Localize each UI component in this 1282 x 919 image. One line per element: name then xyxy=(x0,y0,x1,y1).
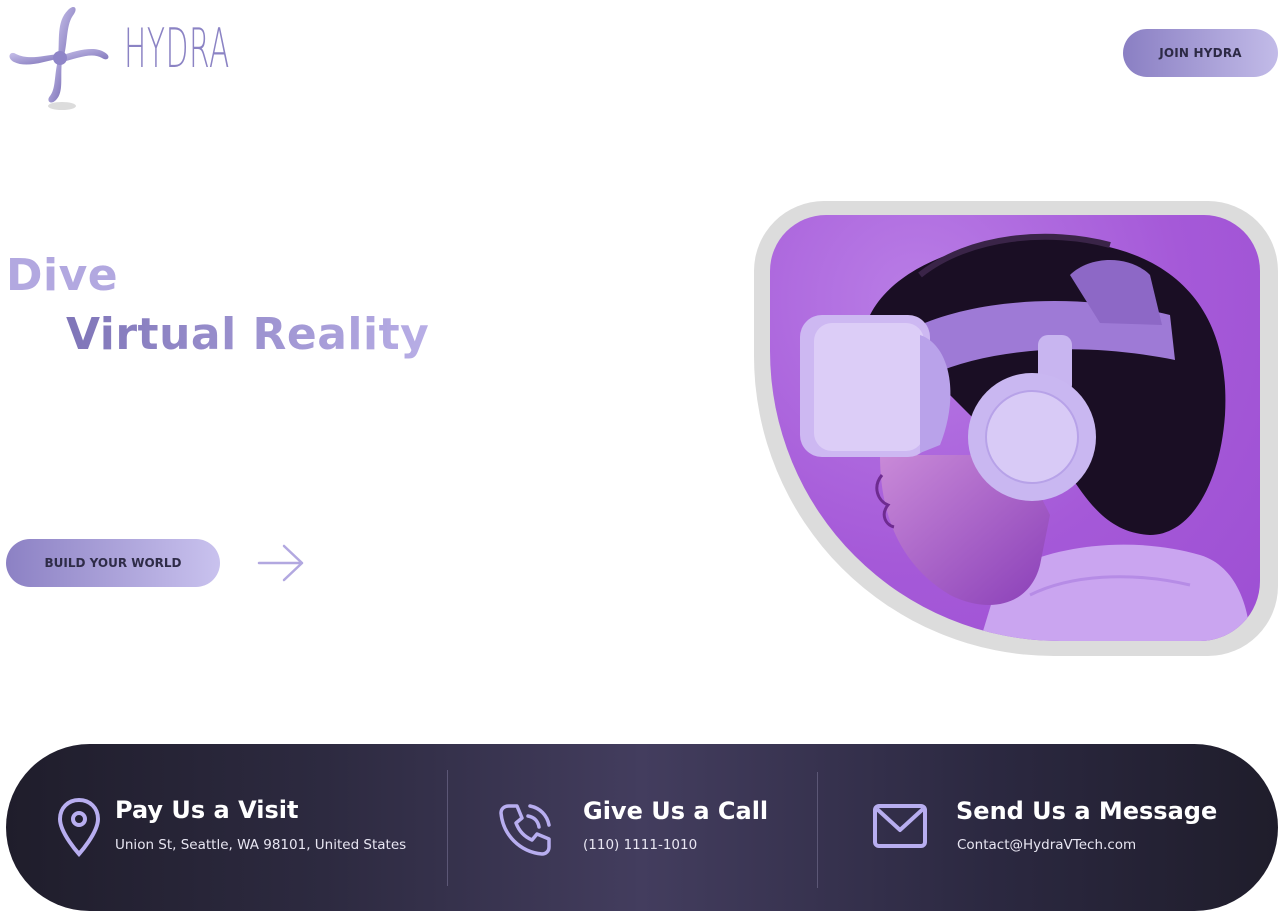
contact-divider xyxy=(447,770,448,886)
phone-icon xyxy=(499,804,551,856)
message-title: Send Us a Message xyxy=(956,797,1218,825)
message-email[interactable]: Contact@HydraVTech.com xyxy=(957,837,1136,853)
arrow-right-icon[interactable] xyxy=(256,543,306,583)
call-number[interactable]: (110) 1111-1010 xyxy=(583,837,697,853)
brand-logo[interactable]: HYDRA xyxy=(4,0,229,118)
visit-address[interactable]: Union St, Seattle, WA 98101, United Stat… xyxy=(115,837,406,853)
brand-wordmark: HYDRA xyxy=(124,17,230,80)
location-pin-icon xyxy=(57,797,101,857)
hero-heading-line1: Dive xyxy=(6,250,119,301)
vr-person-illustration xyxy=(800,233,1250,641)
build-your-world-button[interactable]: BUILD YOUR WORLD xyxy=(6,539,220,587)
vr-headset-photo xyxy=(770,215,1260,641)
envelope-icon xyxy=(873,804,927,848)
contact-band: Pay Us a Visit Union St, Seattle, WA 981… xyxy=(6,744,1278,911)
call-title: Give Us a Call xyxy=(583,797,769,825)
visit-title: Pay Us a Visit xyxy=(115,796,299,824)
contact-divider xyxy=(817,772,818,888)
hydra-logo-icon xyxy=(9,7,109,110)
hero-heading-line2: Virtual Reality xyxy=(66,309,430,360)
join-hydra-button[interactable]: JOIN HYDRA xyxy=(1123,29,1278,77)
